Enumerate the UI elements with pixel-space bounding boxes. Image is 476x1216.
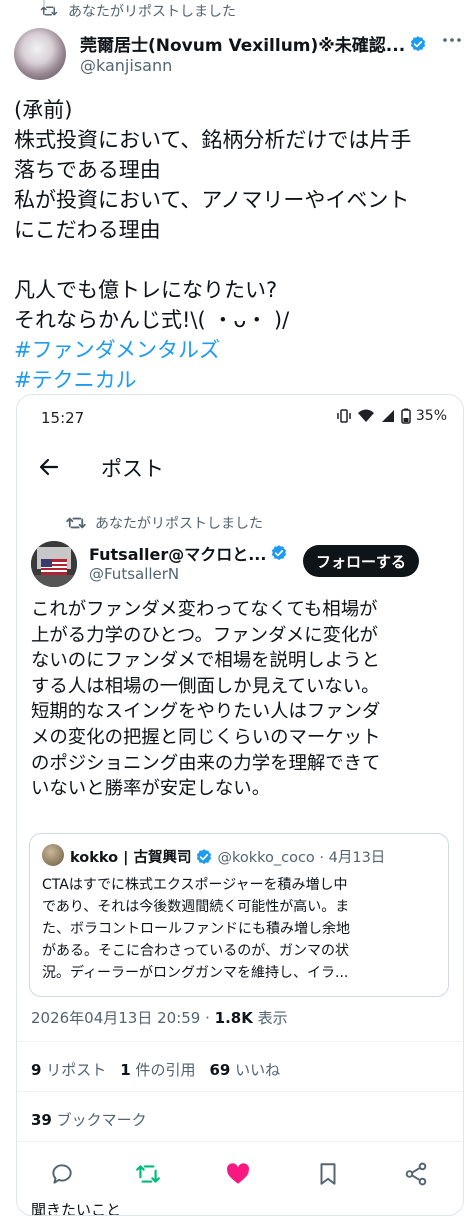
verified-icon [197,848,212,864]
signal-icon [381,410,394,422]
wifi-icon [357,409,374,422]
quoted-line: 況。ディーラーがロングガンマを維持し、イラ... [42,965,349,981]
page-title: ポスト [101,457,164,481]
post-line: 短期的なスイングをやりたい人はファンダ [31,701,381,723]
post-line: それならかんじ式!\( ・ᴗ・ )/ [14,308,290,332]
retweet-icon [66,517,86,529]
repost-indicator-label: あなたがリポストしました [95,516,263,532]
reply-icon[interactable] [49,1161,75,1187]
post-line: 凡人でも億トレになりたい? [14,278,278,302]
quoted-text: CTAはすでに株式エクスポージャーを積み増し中 であり、それは今後数週間続く可能… [42,874,438,984]
author-handle[interactable]: @FutsallerN [89,565,179,583]
post-line: いないと勝率が安定しない。 [31,778,271,800]
post-line: これがファンダメ変わってなくても相場が [31,599,378,620]
quoted-author-name[interactable]: kokko | 古賀興司 [70,846,191,867]
quoted-line: た、ボラコントロールファンドにも積み増し余地 [42,921,350,937]
post-line: (承前) [14,98,73,122]
post-body: (承前) 株式投資において、銘柄分析だけでは片手 落ちである理由 私が投資におい… [14,95,464,395]
cut-off-text: 聞きたいこと [31,1201,122,1216]
post-line: ないのにファンダメで相場を説明しようと [31,650,380,672]
post-line: 上がる力学のひとつ。ファンダメに変化が [31,624,378,646]
post-line: する人は相場の一側面しか見えていない。 [31,675,380,697]
battery-icon [401,408,411,424]
post-line: にこだわる理由 [14,218,161,242]
action-bar [17,1155,463,1195]
vibrate-icon [337,409,351,423]
retweet-icon[interactable] [135,1161,161,1187]
author-name[interactable]: Futsaller@マクロと... [89,541,288,565]
avatar[interactable] [31,541,77,587]
quoted-line: CTAはすでに株式エクスポージャーを積み増し中 [42,877,348,893]
view-label: 表示 [257,1009,288,1027]
post-line: のポジショニング由来の力学を理解できて [31,752,381,774]
post-line: 落ちである理由 [14,158,161,182]
status-icons: 35% [336,408,447,424]
verified-icon [272,545,287,561]
quoted-handle-date: @kokko_coco · 4月13日 [217,850,386,866]
post-line: 株式投資において、銘柄分析だけでは片手 [14,128,412,152]
quoted-line: がある。そこに合わさっているのが、ガンマの状 [42,943,350,959]
author-name-text[interactable]: Futsaller@マクロと... [89,541,266,565]
author-name-text[interactable]: 莞爾居士(Novum Vexillum)※未確認... [80,31,405,56]
post-timestamp[interactable]: 2026年04月13日 20:59 [31,1009,200,1027]
quoted-post-header: kokko | 古賀興司 @kokko_coco · 4月13日 [70,846,385,867]
engagement-stats: 9 リポスト 1 件の引用 69 いいね [31,1059,280,1080]
retweet-icon [40,6,58,16]
avatar[interactable] [42,844,64,866]
bookmark-icon[interactable] [315,1161,341,1187]
repost-indicator: あなたがリポストしました [65,513,263,533]
repost-indicator: あなたがリポストしました [40,0,236,22]
battery-level: 35% [415,408,447,424]
avatar[interactable] [14,28,66,80]
post-line [14,245,464,275]
post-body: これがファンダメ変わってなくても相場が 上がる力学のひとつ。ファンダメに変化が … [31,597,455,802]
like-icon[interactable] [225,1161,251,1187]
quoted-line: であり、それは今後数週間続く可能性が高い。ま [42,899,350,915]
flag-avatar-image [31,541,77,587]
hashtag-link[interactable]: #ファンダメンタルズ [14,335,464,365]
like-count-link[interactable]: 69 いいね [209,1059,280,1080]
status-bar: 15:27 35% [17,395,463,439]
divider [17,1041,463,1042]
post-timestamp-row: 2026年04月13日 20:59 · 1.8K 表示 [31,1009,288,1027]
post-line: 私が投資において、アノマリーやイベント [14,188,410,212]
author-handle[interactable]: @kanjisann [80,56,172,75]
verified-icon [411,35,426,51]
repost-indicator-label: あなたがリポストしました [68,4,236,20]
repost-count-link[interactable]: 9 リポスト [31,1059,106,1080]
more-icon[interactable] [440,28,464,52]
quote-count-link[interactable]: 1 件の引用 [120,1059,195,1080]
quoted-post[interactable]: kokko | 古賀興司 @kokko_coco · 4月13日 CTAはすでに… [29,833,449,997]
attached-screenshot[interactable]: 15:27 35% ポスト あなたがリポストしました Futsaller@マクロ… [16,394,464,1216]
back-arrow-icon[interactable] [37,455,61,479]
follow-button[interactable]: フォローする [303,545,419,577]
view-count: 1.8K [214,1009,253,1027]
status-time: 15:27 [41,409,85,427]
hashtag-link[interactable]: #テクニカル [14,365,464,395]
author-name[interactable]: 莞爾居士(Novum Vexillum)※未確認... [80,31,427,56]
bookmark-count-link[interactable]: 39 ブックマーク [31,1109,147,1130]
share-icon[interactable] [403,1161,429,1187]
nav-bar: ポスト [17,443,463,493]
divider [17,1141,463,1142]
divider [17,1091,463,1092]
post-line: メの変化の把握と同じくらいのマーケット [31,726,381,748]
